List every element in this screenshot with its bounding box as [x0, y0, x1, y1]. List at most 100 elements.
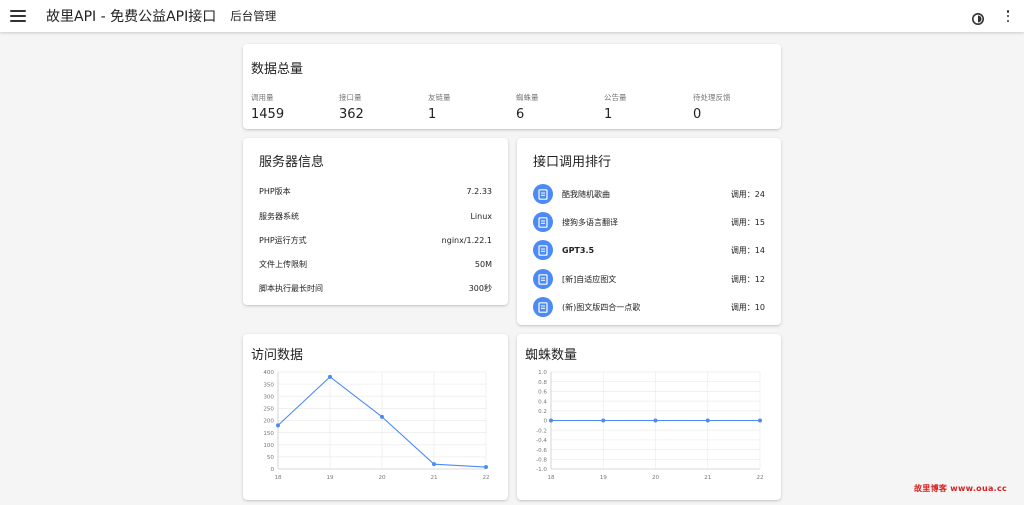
document-icon	[533, 240, 553, 260]
ranking-item-name: 搜狗多语言翻译	[562, 217, 618, 227]
server-row-os: 服务器系统 Linux	[259, 210, 492, 222]
ranking-item-name: (新)图文版四合一点歌	[562, 302, 641, 312]
server-key: 文件上传限制	[259, 259, 307, 269]
stat-label: 调用量	[251, 93, 274, 102]
stat-label: 待处理反馈	[693, 93, 731, 102]
y-tick-label: 50	[267, 455, 275, 461]
x-tick-label: 19	[600, 475, 608, 481]
server-value: nginx/1.22.1	[441, 235, 492, 245]
y-tick-label: 350	[263, 382, 274, 388]
data-point	[758, 418, 762, 423]
data-point	[276, 423, 280, 428]
data-point	[380, 414, 384, 419]
y-tick-label: -0.2	[536, 428, 547, 434]
api-ranking-card: 接口调用排行 酷我随机歌曲 调用：24 搜狗多语言翻译 调用：15 GPT3.5…	[517, 138, 781, 325]
stat-label: 蜘蛛量	[516, 93, 539, 102]
spiders-chart: -1.0 -0.8 -0.6 -0.4 -0.2 0 0.2 0.4 0.6 0.8 1.0 18 19…	[536, 370, 763, 481]
y-tick-label: 250	[263, 407, 274, 413]
ranking-item-name: 酷我随机歌曲	[562, 189, 610, 199]
stat-spiders: 蜘蛛量 6	[516, 92, 539, 122]
server-key: PHP版本	[259, 186, 291, 196]
y-tick-label: 0	[270, 467, 274, 473]
server-value: 7.2.33	[466, 186, 492, 196]
y-tick-label: 200	[263, 419, 274, 425]
server-row-php-version: PHP版本 7.2.33	[259, 185, 492, 197]
y-tick-label: 0.6	[538, 390, 547, 396]
ranking-item[interactable]: [新]自适应图文 调用：12	[533, 269, 765, 289]
stat-apis: 接口量 362	[339, 92, 364, 122]
x-tick-label: 18	[274, 475, 282, 481]
document-icon	[533, 297, 553, 317]
api-ranking-title: 接口调用排行	[533, 155, 612, 170]
y-tick-label: 100	[263, 443, 274, 449]
stat-label: 友链量	[428, 93, 451, 102]
stat-label: 公告量	[604, 93, 627, 102]
app-title: 故里API - 免费公益API接口	[46, 9, 217, 25]
y-tick-label: 150	[263, 431, 274, 437]
data-point	[328, 374, 332, 379]
y-tick-label: -0.6	[536, 448, 547, 454]
y-tick-label: 1.0	[538, 370, 547, 376]
data-point	[705, 418, 710, 423]
document-icon	[533, 212, 553, 232]
stat-links: 友链量 1	[428, 92, 451, 122]
y-tick-label: 0.2	[538, 409, 547, 415]
stat-label: 接口量	[339, 93, 362, 102]
data-point	[653, 418, 658, 423]
ranking-item[interactable]: 酷我随机歌曲 调用：24	[533, 184, 765, 204]
ranking-item-count: 调用：15	[730, 217, 765, 227]
spiders-card: 蜘蛛数量 -1.0 -0.8 -0.6 -0.4 -0.2 0 0.2 0.4 0.6 0.8 1.…	[517, 334, 781, 500]
theme-toggle-icon[interactable]	[972, 10, 984, 25]
stat-value: 1459	[251, 107, 285, 122]
data-point	[484, 465, 488, 470]
server-value: 50M	[474, 259, 492, 269]
ranking-item-count: 调用：14	[730, 245, 765, 255]
stat-value: 0	[693, 107, 702, 122]
admin-link[interactable]: 后台管理	[230, 8, 276, 24]
ranking-item[interactable]: 搜狗多语言翻译 调用：15	[533, 212, 765, 232]
y-tick-label: -0.8	[536, 458, 547, 464]
x-tick-label: 19	[326, 475, 334, 481]
y-tick-label: -0.4	[536, 438, 547, 444]
document-icon	[533, 269, 553, 289]
x-tick-label: 21	[704, 475, 712, 481]
stat-calls: 调用量 1459	[251, 92, 284, 122]
totals-title: 数据总量	[251, 62, 304, 77]
x-tick-label: 22	[482, 475, 489, 481]
more-options-icon[interactable]	[1006, 10, 1010, 22]
y-tick-label: 0	[543, 419, 547, 425]
visits-chart: 0 50 100 150 200 250 300 350 400 18 19 20 21 22	[263, 370, 489, 481]
y-tick-label: 400	[263, 370, 274, 376]
server-key: PHP运行方式	[259, 235, 307, 245]
stat-value: 6	[516, 107, 525, 122]
x-tick-label: 18	[547, 475, 555, 481]
watermark: 故里博客 www.oua.cc	[914, 484, 1008, 493]
stat-value: 362	[339, 107, 364, 122]
data-point	[601, 418, 606, 423]
y-tick-label: 0.4	[538, 399, 547, 405]
y-tick-label: 300	[263, 394, 274, 400]
x-tick-label: 20	[378, 475, 386, 481]
app-bar: 故里API - 免费公益API接口 后台管理	[0, 0, 1024, 32]
server-info-title: 服务器信息	[259, 155, 325, 170]
stat-feedback: 待处理反馈 0	[693, 92, 731, 122]
ranking-item[interactable]: (新)图文版四合一点歌 调用：10	[533, 297, 765, 317]
ranking-item-count: 调用：24	[730, 189, 765, 199]
stat-value: 1	[604, 107, 613, 122]
document-icon	[533, 184, 553, 204]
server-row-php-mode: PHP运行方式 nginx/1.22.1	[259, 234, 492, 246]
y-tick-label: 0.8	[538, 380, 547, 386]
data-point	[432, 462, 436, 467]
visits-card: 访问数据 0 50 100 150 200 250 300 350 400 18 19 20 21 22	[243, 334, 508, 500]
ranking-item-name: [新]自适应图文	[562, 274, 617, 284]
totals-card: 数据总量 调用量 1459 接口量 362 友链量 1 蜘蛛量 6 公告量 1 …	[243, 44, 781, 129]
ranking-item-count: 调用：12	[730, 274, 765, 284]
ranking-item[interactable]: GPT3.5 调用：14	[533, 240, 765, 260]
stat-value: 1	[428, 107, 437, 122]
ranking-item-count: 调用：10	[730, 302, 765, 312]
server-value: Linux	[470, 211, 492, 221]
server-key: 服务器系统	[259, 211, 299, 221]
x-tick-label: 21	[430, 475, 438, 481]
menu-icon[interactable]	[10, 10, 26, 22]
ranking-item-name: GPT3.5	[562, 245, 595, 255]
